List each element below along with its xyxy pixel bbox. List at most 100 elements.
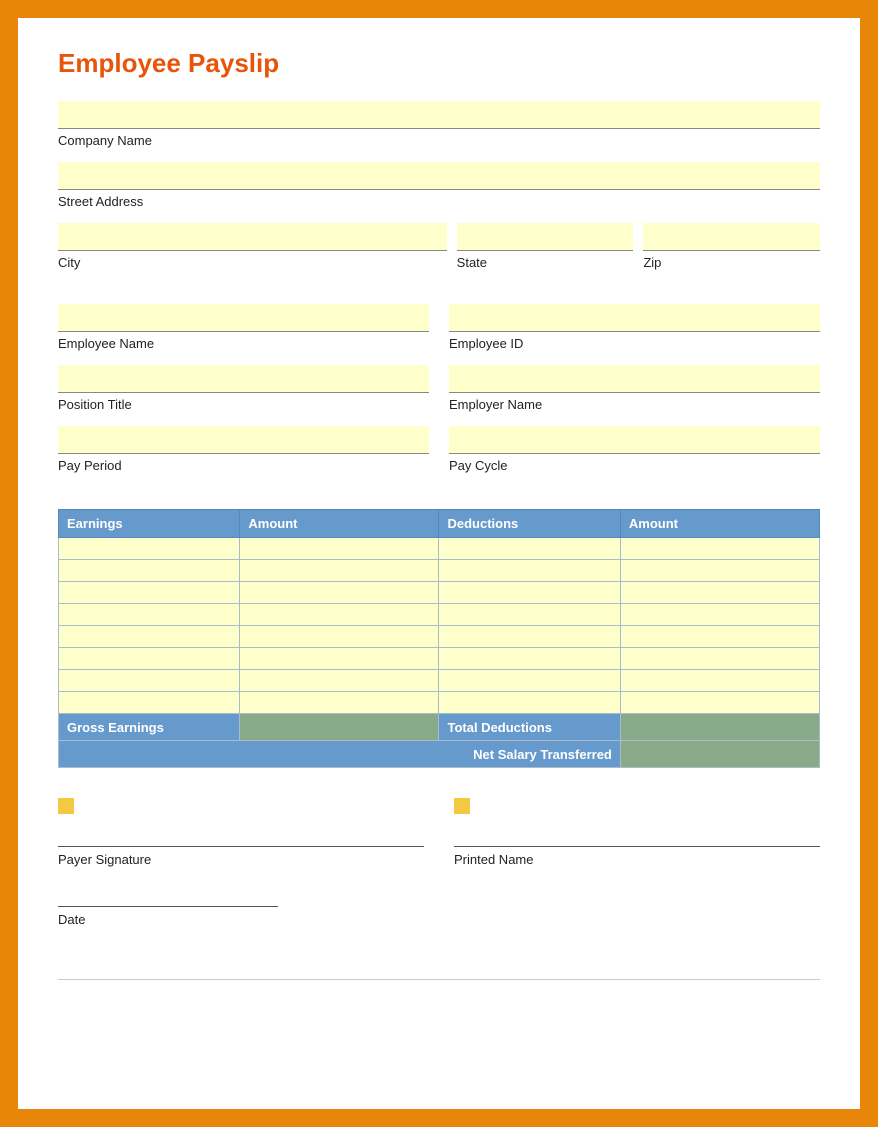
table-row xyxy=(59,538,820,560)
payer-signature-label: Payer Signature xyxy=(58,852,151,867)
earnings-row5-name[interactable] xyxy=(59,626,239,647)
employer-name-input[interactable] xyxy=(449,365,820,393)
deductions-row3-name[interactable] xyxy=(439,582,619,603)
deductions-row5-name[interactable] xyxy=(439,626,619,647)
state-input[interactable] xyxy=(457,223,634,251)
date-block: Date xyxy=(58,883,424,929)
pay-cycle-input[interactable] xyxy=(449,426,820,454)
table-row xyxy=(59,560,820,582)
pay-info-row: Pay Period Pay Cycle xyxy=(58,426,820,487)
table-row xyxy=(59,648,820,670)
earnings-row4-amount[interactable] xyxy=(240,604,438,625)
company-name-field: Company Name xyxy=(58,101,820,148)
position-title-field: Position Title xyxy=(58,365,429,426)
employee-info-row1: Employee Name Employee ID xyxy=(58,304,820,365)
payer-signature-block: Payer Signature Date xyxy=(58,798,424,929)
deductions-amount-header: Amount xyxy=(620,510,819,538)
table-row xyxy=(59,582,820,604)
deductions-row4-amount[interactable] xyxy=(621,604,819,625)
employee-info-row2: Position Title Employer Name xyxy=(58,365,820,426)
employee-id-label: Employee ID xyxy=(449,336,820,351)
employee-name-field: Employee Name xyxy=(58,304,429,365)
deductions-row1-amount[interactable] xyxy=(621,538,819,559)
earnings-row1-amount[interactable] xyxy=(240,538,438,559)
employee-id-input[interactable] xyxy=(449,304,820,332)
street-address-input[interactable] xyxy=(58,162,820,190)
deductions-header: Deductions xyxy=(439,510,620,538)
inner-page: Employee Payslip Company Name Street Add… xyxy=(18,18,860,1109)
date-input[interactable] xyxy=(58,883,278,907)
table-row xyxy=(59,604,820,626)
earnings-row2-amount[interactable] xyxy=(240,560,438,581)
pay-period-input[interactable] xyxy=(58,426,429,454)
earnings-row3-amount[interactable] xyxy=(240,582,438,603)
outer-border: Employee Payslip Company Name Street Add… xyxy=(0,0,878,1127)
bottom-divider xyxy=(58,979,820,980)
gross-earnings-row: Gross Earnings Total Deductions xyxy=(59,714,820,741)
deductions-row8-amount[interactable] xyxy=(621,692,819,713)
city-input[interactable] xyxy=(58,223,447,251)
pay-period-label: Pay Period xyxy=(58,458,429,473)
employee-name-input[interactable] xyxy=(58,304,429,332)
zip-input[interactable] xyxy=(643,223,820,251)
earnings-row1-name[interactable] xyxy=(59,538,239,559)
gross-earnings-label: Gross Earnings xyxy=(59,714,240,741)
company-name-input[interactable] xyxy=(58,101,820,129)
earnings-row6-name[interactable] xyxy=(59,648,239,669)
earnings-row7-amount[interactable] xyxy=(240,670,438,691)
earnings-amount-header: Amount xyxy=(240,510,439,538)
deductions-row7-amount[interactable] xyxy=(621,670,819,691)
earnings-row6-amount[interactable] xyxy=(240,648,438,669)
gross-earnings-value[interactable] xyxy=(240,714,439,741)
total-deductions-label: Total Deductions xyxy=(439,714,620,741)
employer-name-label: Employer Name xyxy=(449,397,820,412)
earnings-row4-name[interactable] xyxy=(59,604,239,625)
printed-name-label: Printed Name xyxy=(454,852,533,867)
deductions-row2-amount[interactable] xyxy=(621,560,819,581)
employee-id-field: Employee ID xyxy=(449,304,820,365)
city-label: City xyxy=(58,255,447,270)
deductions-row8-name[interactable] xyxy=(439,692,619,713)
earnings-row7-name[interactable] xyxy=(59,670,239,691)
earnings-row8-name[interactable] xyxy=(59,692,239,713)
deductions-row6-amount[interactable] xyxy=(621,648,819,669)
street-address-label: Street Address xyxy=(58,194,820,209)
printed-name-input[interactable] xyxy=(454,823,820,847)
payer-signature-input[interactable] xyxy=(58,823,424,847)
earnings-row8-amount[interactable] xyxy=(240,692,438,713)
city-state-zip-row: City State Zip xyxy=(58,223,820,284)
page-title: Employee Payslip xyxy=(58,48,820,79)
earnings-row5-amount[interactable] xyxy=(240,626,438,647)
gross-earnings-input[interactable] xyxy=(248,718,430,736)
table-row xyxy=(59,670,820,692)
total-deductions-input[interactable] xyxy=(629,718,811,736)
deductions-row2-name[interactable] xyxy=(439,560,619,581)
net-salary-row: Net Salary Transferred xyxy=(59,741,820,768)
deductions-row4-name[interactable] xyxy=(439,604,619,625)
deductions-row5-amount[interactable] xyxy=(621,626,819,647)
earnings-row2-name[interactable] xyxy=(59,560,239,581)
street-address-field: Street Address xyxy=(58,162,820,209)
net-salary-label: Net Salary Transferred xyxy=(59,741,621,768)
net-salary-input[interactable] xyxy=(629,745,811,763)
deductions-row1-name[interactable] xyxy=(439,538,619,559)
table-row xyxy=(59,626,820,648)
position-title-input[interactable] xyxy=(58,365,429,393)
net-salary-value[interactable] xyxy=(620,741,819,768)
state-field: State xyxy=(457,223,634,284)
earnings-row3-name[interactable] xyxy=(59,582,239,603)
zip-label: Zip xyxy=(643,255,820,270)
position-title-label: Position Title xyxy=(58,397,429,412)
printed-name-marker xyxy=(454,798,470,814)
zip-field: Zip xyxy=(643,223,820,284)
pay-cycle-field: Pay Cycle xyxy=(449,426,820,487)
deductions-row6-name[interactable] xyxy=(439,648,619,669)
employer-name-field: Employer Name xyxy=(449,365,820,426)
total-deductions-value[interactable] xyxy=(620,714,819,741)
state-label: State xyxy=(457,255,634,270)
deductions-row7-name[interactable] xyxy=(439,670,619,691)
table-row xyxy=(59,692,820,714)
printed-name-block: Printed Name xyxy=(454,798,820,929)
city-field: City xyxy=(58,223,447,284)
deductions-row3-amount[interactable] xyxy=(621,582,819,603)
